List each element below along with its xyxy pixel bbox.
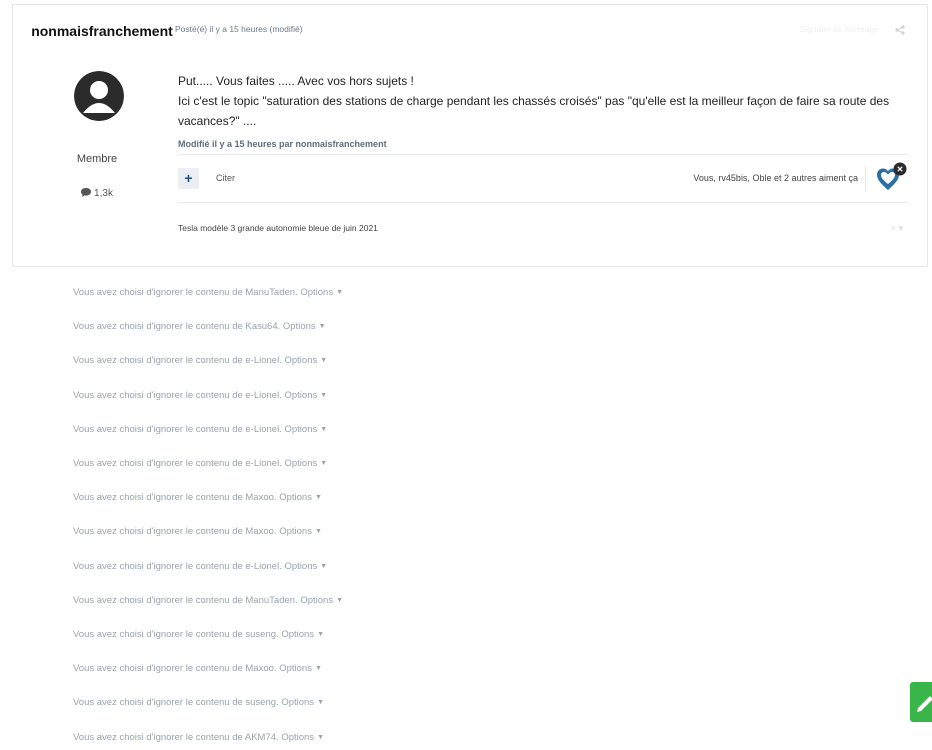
ignored-options-link[interactable]: Options ▼ <box>277 492 322 503</box>
caret-down-icon: ▼ <box>336 596 344 604</box>
ignored-post-text: Vous avez choisi d'ignorer le contenu de… <box>73 458 282 469</box>
ignored-options-label: Options <box>279 492 312 504</box>
ignored-post-text: Vous avez choisi d'ignorer le contenu de… <box>73 321 281 333</box>
ignored-post-text: Vous avez choisi d'ignorer le contenu de… <box>73 389 282 401</box>
post-meta[interactable]: Posté(é) il y a 15 heures (modifié) <box>175 24 303 34</box>
caret-down-icon: ▼ <box>320 562 328 570</box>
ignored-options-link[interactable]: Options ▼ <box>277 663 322 674</box>
ignored-options-link[interactable]: Options ▼ <box>282 390 327 401</box>
caret-down-icon: ▼ <box>314 528 322 536</box>
caret-down-icon: ▼ <box>317 699 324 707</box>
ignored-post-text: Vous avez choisi d'ignorer le contenu de… <box>73 731 279 743</box>
ignored-options-label: Options <box>281 697 315 709</box>
ignored-options-link[interactable]: Options ▼ <box>279 732 324 743</box>
author-role: Membre <box>76 153 118 165</box>
ignored-post-row: Vous avez choisi d'ignorer le contenu de… <box>73 390 673 401</box>
reaction-likers[interactable]: Vous, rv45bis, Oble et 2 autres aiment ç… <box>693 173 858 183</box>
ignored-post-row: Vous avez choisi d'ignorer le contenu de… <box>73 732 673 743</box>
ignored-post-text: Vous avez choisi d'ignorer le contenu de… <box>73 423 282 435</box>
ignored-post-row: Vous avez choisi d'ignorer le contenu de… <box>73 526 673 537</box>
divider <box>178 154 909 155</box>
ignored-options-link[interactable]: Options ▼ <box>282 355 327 366</box>
caret-down-icon: ▼ <box>314 665 322 673</box>
ignored-post-row: Vous avez choisi d'ignorer le contenu de… <box>73 561 673 572</box>
ignored-post-text: Vous avez choisi d'ignorer le contenu de… <box>73 663 277 675</box>
ignored-post-text: Vous avez choisi d'ignorer le contenu de… <box>73 629 279 640</box>
heart-reaction-icon <box>877 162 907 190</box>
default-avatar-icon <box>74 71 124 121</box>
ignored-post-row: Vous avez choisi d'ignorer le contenu de… <box>73 663 673 674</box>
caret-down-icon: ▼ <box>320 391 328 399</box>
ignored-post-row: Vous avez choisi d'ignorer le contenu de… <box>73 697 673 708</box>
post-count: 1,3k <box>27 188 167 199</box>
post-content: Put..... Vous faites ..... Avec vos hors… <box>178 71 908 131</box>
quote-button[interactable]: Citer <box>216 173 235 183</box>
ignored-options-link[interactable]: Options ▼ <box>282 458 327 469</box>
ignored-options-link[interactable]: Options ▼ <box>279 697 324 708</box>
ignored-options-link[interactable]: Options ▼ <box>282 561 327 572</box>
ignored-options-link[interactable]: Options ▼ <box>282 424 327 435</box>
ignored-post-row: Vous avez choisi d'ignorer le contenu de… <box>73 287 673 298</box>
caret-down-icon: ▼ <box>317 631 324 638</box>
caret-down-icon: ▼ <box>320 425 328 433</box>
author-name[interactable]: nonmaisfranchement <box>27 23 177 39</box>
ignored-options-label: Options <box>279 526 312 538</box>
ignored-post-text: Vous avez choisi d'ignorer le contenu de… <box>73 594 298 606</box>
ignored-options-label: Options <box>284 560 318 572</box>
caret-down-icon: ▼ <box>317 733 324 741</box>
ignored-post-text: Vous avez choisi d'ignorer le contenu de… <box>73 697 279 709</box>
ignored-options-label: Options <box>279 663 312 675</box>
ignored-options-link[interactable]: Options ▼ <box>277 526 322 537</box>
caret-down-icon: ▼ <box>320 460 328 467</box>
ignored-post-row: Vous avez choisi d'ignorer le contenu de… <box>73 458 673 469</box>
ignored-options-label: Options <box>282 321 316 333</box>
caret-down-icon: ▼ <box>314 494 322 502</box>
ignored-options-link[interactable]: Options ▼ <box>280 321 326 333</box>
ignored-post-row: Vous avez choisi d'ignorer le contenu de… <box>73 424 673 435</box>
comment-icon <box>81 188 92 197</box>
ignored-options-label: Options <box>300 287 334 298</box>
ignored-post-row: Vous avez choisi d'ignorer le contenu de… <box>73 595 673 606</box>
forum-post: nonmaisfranchement Membre 1,3k Posté(é) … <box>12 4 928 267</box>
ignored-options-link[interactable]: Options ▼ <box>298 287 343 298</box>
divider <box>865 166 866 192</box>
signature-options[interactable]: × ▾ <box>891 223 903 234</box>
share-icon <box>895 25 905 35</box>
reaction-button[interactable] <box>875 162 909 192</box>
edited-note: Modifié il y a 15 heures par nonmaisfran… <box>178 139 387 149</box>
post-count-value: 1,3k <box>94 188 113 199</box>
ignored-post-text: Vous avez choisi d'ignorer le contenu de… <box>73 287 298 298</box>
caret-down-icon: ▼ <box>318 323 326 331</box>
ignored-options-label: Options <box>284 458 318 469</box>
report-link[interactable]: Signaler ce message <box>800 24 879 34</box>
ignored-post-row: Vous avez choisi d'ignorer le contenu de… <box>73 629 673 640</box>
ignored-post-row: Vous avez choisi d'ignorer le contenu de… <box>73 492 673 503</box>
avatar[interactable] <box>74 71 124 121</box>
multiquote-button[interactable]: + <box>178 168 199 189</box>
share-button[interactable] <box>895 22 905 40</box>
caret-down-icon: ▼ <box>336 289 344 296</box>
ignored-post-row: Vous avez choisi d'ignorer le contenu de… <box>73 355 673 366</box>
post-line-2: Ici c'est le topic "saturation des stati… <box>178 94 890 128</box>
ignored-options-label: Options <box>284 423 318 435</box>
pencil-icon <box>917 696 932 712</box>
reply-fab-button[interactable] <box>910 682 932 722</box>
ignored-options-label: Options <box>284 389 318 401</box>
ignored-options-label: Options <box>281 629 315 640</box>
ignored-post-text: Vous avez choisi d'ignorer le contenu de… <box>73 560 282 572</box>
ignored-options-label: Options <box>281 731 315 743</box>
post-line-1: Put..... Vous faites ..... Avec vos hors… <box>178 74 414 88</box>
ignored-options-label: Options <box>284 355 318 367</box>
ignored-post-text: Vous avez choisi d'ignorer le contenu de… <box>73 492 277 504</box>
caret-down-icon: ▼ <box>320 357 328 365</box>
signature: Tesla modèle 3 grande autonomie bleue de… <box>178 223 378 233</box>
ignored-options-link[interactable]: Options ▼ <box>279 629 324 640</box>
ignored-options-link[interactable]: Options ▼ <box>298 595 343 606</box>
ignored-post-row: Vous avez choisi d'ignorer le contenu de… <box>73 321 673 332</box>
ignored-post-text: Vous avez choisi d'ignorer le contenu de… <box>73 355 282 367</box>
divider <box>178 202 909 203</box>
ignored-post-text: Vous avez choisi d'ignorer le contenu de… <box>73 526 277 538</box>
ignored-options-label: Options <box>300 594 334 606</box>
